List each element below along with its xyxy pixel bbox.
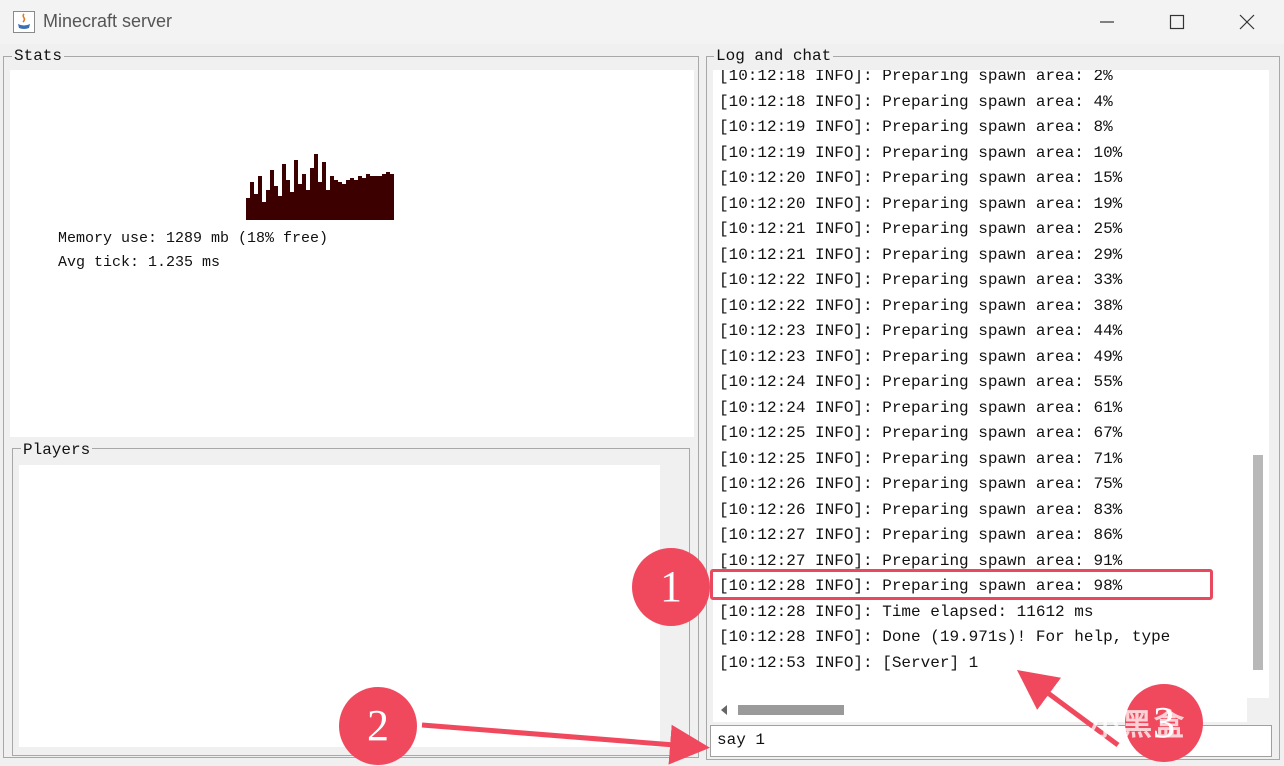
- memory-graph-bar: [286, 180, 290, 220]
- maximize-icon: [1169, 14, 1185, 30]
- log-vertical-scrollbar[interactable]: [1247, 70, 1269, 698]
- memory-graph-bar: [382, 174, 386, 220]
- log-line: [10:12:25 INFO]: Preparing spawn area: 7…: [719, 449, 1123, 468]
- log-line: [10:12:23 INFO]: Preparing spawn area: 4…: [719, 347, 1123, 366]
- memory-graph-bar: [322, 162, 326, 220]
- memory-graph-bar: [386, 172, 390, 220]
- memory-graph-bar: [358, 176, 362, 220]
- memory-graph-bar: [374, 176, 378, 220]
- maximize-button[interactable]: [1142, 0, 1212, 44]
- log-line: [10:12:28 INFO]: Done (19.971s)! For hel…: [719, 628, 1171, 646]
- annotation-marker-2: 2: [339, 687, 417, 765]
- memory-graph-bar: [362, 178, 366, 220]
- scrollbar-thumb[interactable]: [1253, 455, 1263, 670]
- annotation-marker-1: 1: [632, 548, 710, 626]
- memory-graph-bar: [290, 192, 294, 220]
- players-title: Players: [21, 441, 93, 459]
- memory-graph-bar: [366, 174, 370, 220]
- memory-graph-bar: [262, 202, 266, 220]
- log-line: [10:12:18 INFO]: Preparing spawn area: 2…: [719, 70, 1113, 85]
- close-button[interactable]: [1212, 0, 1282, 44]
- memory-graph-bar: [326, 190, 330, 220]
- window-title: Minecraft server: [43, 11, 173, 31]
- highlight-box: [710, 569, 1213, 600]
- memory-use-text: Memory use: 1289 mb (18% free): [58, 230, 329, 247]
- memory-graph-bar: [346, 180, 350, 220]
- log-line: [10:12:53 INFO]: [Server] 1: [719, 653, 979, 672]
- memory-graph-bar: [350, 178, 354, 220]
- memory-graph-bar: [338, 182, 342, 220]
- players-list[interactable]: [19, 465, 660, 747]
- log-line: [10:12:27 INFO]: Preparing spawn area: 9…: [719, 551, 1123, 570]
- memory-graph-bar: [302, 174, 306, 220]
- log-line: [10:12:24 INFO]: Preparing spawn area: 5…: [719, 373, 1123, 391]
- scrollbar-thumb[interactable]: [738, 705, 844, 715]
- avg-tick-text: Avg tick: 1.235 ms: [58, 254, 221, 271]
- memory-graph-bar: [342, 184, 346, 220]
- watermark: 小黑盒: [1090, 709, 1186, 742]
- memory-graph-bar: [278, 196, 282, 220]
- log-line: [10:12:28 INFO]: Time elapsed: 11612 ms: [719, 602, 1094, 621]
- log-line: [10:12:26 INFO]: Preparing spawn area: 8…: [719, 500, 1123, 519]
- log-line: [10:12:27 INFO]: Preparing spawn area: 8…: [719, 526, 1123, 544]
- memory-graph-bar: [250, 182, 254, 220]
- log-line: [10:12:22 INFO]: Preparing spawn area: 3…: [719, 271, 1123, 289]
- memory-graph-bar: [390, 174, 394, 220]
- scroll-left-arrow-icon[interactable]: [721, 705, 727, 715]
- title-bar: Minecraft server: [0, 0, 1284, 44]
- stats-title: Stats: [12, 47, 65, 65]
- memory-graph-bar: [254, 194, 258, 220]
- memory-graph-bar: [314, 154, 318, 220]
- log-line: [10:12:25 INFO]: Preparing spawn area: 6…: [719, 424, 1123, 442]
- log-line: [10:12:19 INFO]: Preparing spawn area: 1…: [719, 143, 1123, 162]
- log-line: [10:12:26 INFO]: Preparing spawn area: 7…: [719, 475, 1123, 493]
- memory-graph-bar: [270, 170, 274, 220]
- memory-graph-bar: [258, 176, 262, 220]
- memory-graph-bar: [318, 182, 322, 220]
- log-line: [10:12:21 INFO]: Preparing spawn area: 2…: [719, 220, 1123, 238]
- memory-graph-bar: [274, 186, 278, 220]
- log-line: [10:12:19 INFO]: Preparing spawn area: 8…: [719, 118, 1113, 136]
- memory-graph-bar: [334, 180, 338, 220]
- log-line: [10:12:23 INFO]: Preparing spawn area: 4…: [719, 322, 1123, 340]
- minimize-button[interactable]: [1072, 0, 1142, 44]
- memory-graph-bar: [310, 168, 314, 220]
- memory-graph-bar: [306, 190, 310, 220]
- java-app-icon: [13, 11, 35, 33]
- log-line: [10:12:20 INFO]: Preparing spawn area: 1…: [719, 169, 1123, 187]
- memory-graph-bar: [282, 164, 286, 220]
- memory-graph-bar: [246, 198, 250, 220]
- log-area[interactable]: [10:12:18 INFO]: Preparing spawn area: 2…: [713, 70, 1247, 698]
- memory-graph-bar: [354, 180, 358, 220]
- memory-graph-bar: [294, 160, 298, 220]
- close-icon: [1239, 14, 1255, 30]
- log-line: [10:12:18 INFO]: Preparing spawn area: 4…: [719, 92, 1113, 111]
- memory-graph: [246, 154, 394, 220]
- log-line: [10:12:21 INFO]: Preparing spawn area: 2…: [719, 245, 1123, 264]
- log-line: [10:12:22 INFO]: Preparing spawn area: 3…: [719, 296, 1123, 315]
- memory-graph-bar: [298, 184, 302, 220]
- memory-graph-bar: [378, 176, 382, 220]
- log-line: [10:12:24 INFO]: Preparing spawn area: 6…: [719, 398, 1123, 417]
- log-line: [10:12:20 INFO]: Preparing spawn area: 1…: [719, 194, 1123, 213]
- memory-graph-bar: [370, 176, 374, 220]
- memory-graph-bar: [266, 190, 270, 220]
- minimize-icon: [1100, 21, 1114, 23]
- stats-area: Memory use: 1289 mb (18% free) Avg tick:…: [10, 70, 694, 437]
- memory-graph-bar: [330, 176, 334, 220]
- log-title: Log and chat: [714, 47, 834, 65]
